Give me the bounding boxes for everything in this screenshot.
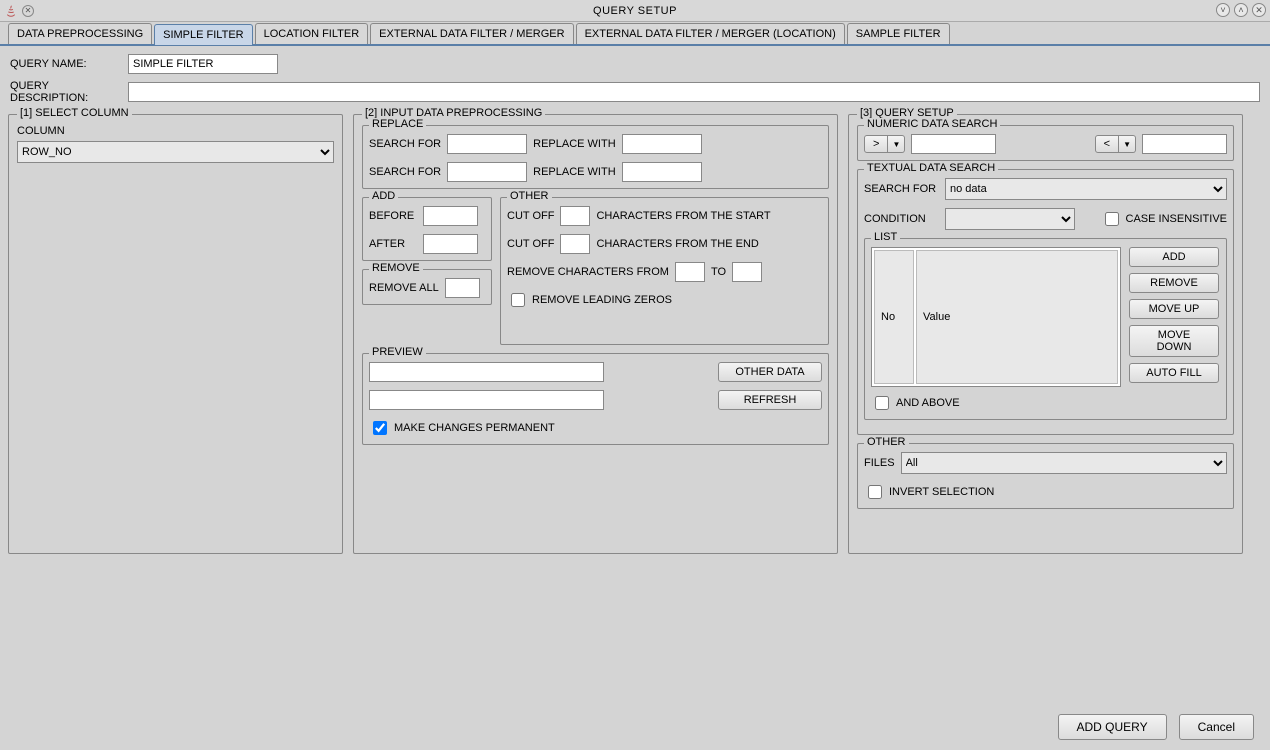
list-title: LIST xyxy=(871,231,900,243)
numeric-title: NUMERIC DATA SEARCH xyxy=(864,118,1000,130)
replace-with-input-1[interactable] xyxy=(622,134,702,154)
other-files-title: OTHER xyxy=(864,436,909,448)
group-numeric: NUMERIC DATA SEARCH > < xyxy=(857,125,1234,161)
group-replace: REPLACE SEARCH FOR REPLACE WITH SEARCH F… xyxy=(362,125,829,189)
cutoff-start-input[interactable] xyxy=(560,206,590,226)
case-insensitive-checkbox[interactable] xyxy=(1105,212,1119,226)
minimize-button[interactable]: ˅ xyxy=(1216,3,1230,17)
panel-query-setup: [3] QUERY SETUP NUMERIC DATA SEARCH > < … xyxy=(848,114,1243,554)
panel-input-preprocessing: [2] INPUT DATA PREPROCESSING REPLACE SEA… xyxy=(353,114,838,554)
replace-search-input-2[interactable] xyxy=(447,162,527,182)
preview-input-2[interactable] xyxy=(369,390,604,410)
group-textual: TEXTUAL DATA SEARCH SEARCH FOR no data C… xyxy=(857,169,1234,435)
textual-search-label: SEARCH FOR xyxy=(864,183,939,195)
condition-label: CONDITION xyxy=(864,213,939,225)
invert-selection-checkbox[interactable] xyxy=(868,485,882,499)
list-add-button[interactable]: ADD xyxy=(1129,247,1219,267)
col-no: No xyxy=(874,250,914,384)
remove-to-input[interactable] xyxy=(732,262,762,282)
after-input[interactable] xyxy=(423,234,478,254)
replace-search-label-2: SEARCH FOR xyxy=(369,166,441,178)
col-value: Value xyxy=(916,250,1118,384)
condition-dropdown[interactable] xyxy=(945,208,1075,230)
lt-input[interactable] xyxy=(1142,134,1227,154)
query-desc-label: QUERY DESCRIPTION: xyxy=(10,80,120,104)
invert-selection-label: INVERT SELECTION xyxy=(889,486,994,498)
maximize-button[interactable]: ˄ xyxy=(1234,3,1248,17)
close-button[interactable]: ✕ xyxy=(1252,3,1266,17)
list-remove-button[interactable]: REMOVE xyxy=(1129,273,1219,293)
tab-external-filter-merger[interactable]: EXTERNAL DATA FILTER / MERGER xyxy=(370,23,573,44)
lt-dropdown[interactable]: < xyxy=(1095,135,1136,153)
list-move-up-button[interactable]: MOVE UP xyxy=(1129,299,1219,319)
other-title: OTHER xyxy=(507,190,552,202)
before-label: BEFORE xyxy=(369,210,417,222)
panel-select-column: [1] SELECT COLUMN COLUMN ROW_NO xyxy=(8,114,343,554)
column-dropdown[interactable]: ROW_NO xyxy=(17,141,334,163)
textual-title: TEXTUAL DATA SEARCH xyxy=(864,162,998,174)
list-move-down-button[interactable]: MOVE DOWN xyxy=(1129,325,1219,357)
tab-data-preprocessing[interactable]: DATA PREPROCESSING xyxy=(8,23,152,44)
list-auto-fill-button[interactable]: AUTO FILL xyxy=(1129,363,1219,383)
to-label: TO xyxy=(711,266,726,278)
replace-with-label-1: REPLACE WITH xyxy=(533,138,616,150)
replace-title: REPLACE xyxy=(369,118,426,130)
tab-location-filter[interactable]: LOCATION FILTER xyxy=(255,23,369,44)
query-name-label: QUERY NAME: xyxy=(10,58,120,70)
column-label: COLUMN xyxy=(17,125,334,137)
remove-all-label: REMOVE ALL xyxy=(369,282,439,294)
remove-from-input[interactable] xyxy=(675,262,705,282)
query-desc-input[interactable] xyxy=(128,82,1260,102)
after-label: AFTER xyxy=(369,238,417,250)
before-input[interactable] xyxy=(423,206,478,226)
window-title: QUERY SETUP xyxy=(0,5,1270,17)
files-dropdown[interactable]: All xyxy=(901,452,1227,474)
replace-with-label-2: REPLACE WITH xyxy=(533,166,616,178)
group-other: OTHER CUT OFFCHARACTERS FROM THE START C… xyxy=(500,197,829,345)
files-label: FILES xyxy=(864,457,895,469)
group-add: ADD BEFORE AFTER xyxy=(362,197,492,261)
cutoff-label-1: CUT OFF xyxy=(507,210,554,222)
cutoff-end-input[interactable] xyxy=(560,234,590,254)
chars-start-label: CHARACTERS FROM THE START xyxy=(596,210,770,222)
preview-input-1[interactable] xyxy=(369,362,604,382)
titlebar: ✕ QUERY SETUP ˅ ˄ ✕ xyxy=(0,0,1270,22)
group-other-files: OTHER FILES All INVERT SELECTION xyxy=(857,443,1234,509)
remove-chars-label: REMOVE CHARACTERS FROM xyxy=(507,266,669,278)
refresh-button[interactable]: REFRESH xyxy=(718,390,822,410)
chars-end-label: CHARACTERS FROM THE END xyxy=(596,238,758,250)
and-above-checkbox[interactable] xyxy=(875,396,889,410)
tab-sample-filter[interactable]: SAMPLE FILTER xyxy=(847,23,950,44)
remove-title: REMOVE xyxy=(369,262,423,274)
add-title: ADD xyxy=(369,190,398,202)
preview-title: PREVIEW xyxy=(369,346,426,358)
remove-leading-zeros-label: REMOVE LEADING ZEROS xyxy=(532,294,672,306)
add-query-button[interactable]: ADD QUERY xyxy=(1058,714,1167,740)
remove-leading-zeros-checkbox[interactable] xyxy=(511,293,525,307)
panel-1-title: [1] SELECT COLUMN xyxy=(17,107,132,119)
cancel-button[interactable]: Cancel xyxy=(1179,714,1254,740)
make-permanent-label: MAKE CHANGES PERMANENT xyxy=(394,422,555,434)
group-remove: REMOVE REMOVE ALL xyxy=(362,269,492,305)
cutoff-label-2: CUT OFF xyxy=(507,238,554,250)
tab-simple-filter[interactable]: SIMPLE FILTER xyxy=(154,24,252,45)
make-permanent-checkbox[interactable] xyxy=(373,421,387,435)
replace-search-label-1: SEARCH FOR xyxy=(369,138,441,150)
list-table[interactable]: No Value xyxy=(871,247,1121,387)
tab-external-filter-merger-location[interactable]: EXTERNAL DATA FILTER / MERGER (LOCATION) xyxy=(576,23,845,44)
gt-input[interactable] xyxy=(911,134,996,154)
remove-all-input[interactable] xyxy=(445,278,480,298)
other-data-button[interactable]: OTHER DATA xyxy=(718,362,822,382)
case-insensitive-label: CASE INSENSITIVE xyxy=(1126,213,1227,225)
group-list: LIST No Value ADD REMOVE MOVE UP xyxy=(864,238,1227,420)
and-above-label: AND ABOVE xyxy=(896,397,960,409)
replace-search-input-1[interactable] xyxy=(447,134,527,154)
group-preview: PREVIEW OTHER DATA REFRESH MAKE CHANGES … xyxy=(362,353,829,445)
textual-search-dropdown[interactable]: no data xyxy=(945,178,1227,200)
replace-with-input-2[interactable] xyxy=(622,162,702,182)
query-name-input[interactable] xyxy=(128,54,278,74)
tab-bar: DATA PREPROCESSING SIMPLE FILTER LOCATIO… xyxy=(0,22,1270,46)
gt-dropdown[interactable]: > xyxy=(864,135,905,153)
